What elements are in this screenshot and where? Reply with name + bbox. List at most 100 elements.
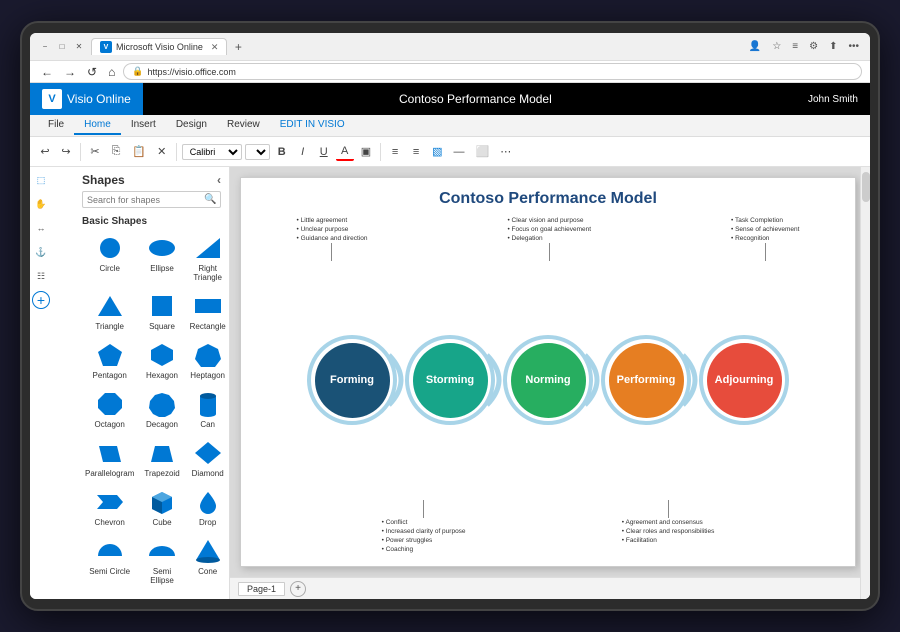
storming-bottom-1: Conflict <box>382 518 466 527</box>
visio-user[interactable]: John Smith <box>808 94 870 105</box>
search-shapes-input[interactable] <box>87 195 204 205</box>
side-tool-5[interactable]: ☷ <box>32 267 50 285</box>
shape-hexagon-label: Hexagon <box>146 371 178 380</box>
performing-bottom-2: Clear roles and responsibilities <box>622 527 715 536</box>
tab-label: Microsoft Visio Online <box>116 42 203 52</box>
text-highlight-btn[interactable]: ▣ <box>357 143 375 160</box>
tab-insert[interactable]: Insert <box>121 116 166 135</box>
page-1-tab[interactable]: Page-1 <box>238 582 285 596</box>
address-bar[interactable]: 🔒 https://visio.office.com <box>123 63 862 80</box>
address-text: https://visio.office.com <box>148 67 236 77</box>
performing-outer-circle: Performing <box>601 335 691 425</box>
star-btn[interactable]: ☆ <box>769 40 784 53</box>
adjourning-top-bullets: Task Completion Sense of achievement Rec… <box>731 216 799 243</box>
shape-octagon[interactable]: Octagon <box>82 387 137 432</box>
shape-decagon[interactable]: Decagon <box>141 387 182 432</box>
align2-btn[interactable]: ≡ <box>407 144 425 160</box>
tab-review[interactable]: Review <box>217 116 270 135</box>
more-btn[interactable]: ••• <box>845 40 862 53</box>
cut-btn[interactable]: ✂ <box>86 143 104 160</box>
shape-circle[interactable]: Circle <box>82 231 137 285</box>
shape-chevron[interactable]: Chevron <box>82 485 137 530</box>
shape-hexagon[interactable]: Hexagon <box>141 338 182 383</box>
shape-pentagon[interactable]: Pentagon <box>82 338 137 383</box>
profile-btn[interactable]: 👤 <box>746 40 764 53</box>
shape-triangle[interactable]: Triangle <box>82 289 137 334</box>
shape-parallelogram[interactable]: Parallelogram <box>82 436 137 481</box>
underline-btn[interactable]: U <box>315 144 333 160</box>
shape-btn[interactable]: ⬜ <box>472 143 494 160</box>
stage-performing: Performing <box>601 335 691 425</box>
side-tool-2[interactable]: ✋ <box>32 195 50 213</box>
heptagon-icon <box>192 341 224 369</box>
tab-home[interactable]: Home <box>74 116 121 135</box>
close-btn[interactable]: ✕ <box>72 40 86 54</box>
diagram-container[interactable]: Contoso Performance Model Little agreeme… <box>230 167 870 577</box>
adjourning-label: Adjourning <box>715 374 774 386</box>
align-btn[interactable]: ≡ <box>386 144 404 160</box>
font-color-btn[interactable]: A <box>336 143 354 161</box>
shape-rectangle[interactable]: Rectangle <box>187 289 229 334</box>
refresh-btn[interactable]: ↺ <box>84 65 100 79</box>
side-tool-1[interactable]: ⬚ <box>32 171 50 189</box>
home-btn[interactable]: ⌂ <box>105 65 118 79</box>
undo-btn[interactable]: ↩ <box>36 143 54 160</box>
shape-semi-circle[interactable]: Semi Circle <box>82 534 137 588</box>
shape-cube[interactable]: Cube <box>141 485 182 530</box>
shape-right-triangle[interactable]: Right Triangle <box>187 231 229 285</box>
menu-btn[interactable]: ≡ <box>789 40 801 53</box>
italic-btn[interactable]: I <box>294 144 312 160</box>
minimize-btn[interactable]: − <box>38 40 52 54</box>
scroll-bar[interactable] <box>860 167 870 599</box>
line-btn[interactable]: — <box>450 144 469 160</box>
sidebar-header: Shapes ‹ <box>74 167 229 191</box>
add-page-btn[interactable]: + <box>290 581 306 597</box>
fill-btn[interactable]: ▧ <box>428 143 446 160</box>
browser-bar: − □ ✕ V Microsoft Visio Online ✕ + 👤 ☆ ≡… <box>30 33 870 61</box>
tab-edit-in-visio[interactable]: EDIT IN VISIO <box>270 116 355 135</box>
side-tool-4[interactable]: ⚓ <box>32 243 50 261</box>
back-btn[interactable]: ← <box>38 65 56 79</box>
more-tools-btn[interactable]: ⋯ <box>496 143 515 160</box>
copy-btn[interactable]: ⎘ <box>107 143 125 160</box>
scroll-thumb[interactable] <box>862 172 870 202</box>
shape-semi-ellipse[interactable]: Semi Ellipse <box>141 534 182 588</box>
norming-top-line <box>549 243 550 261</box>
forward-btn[interactable]: → <box>61 65 79 79</box>
sidebar-collapse-btn[interactable]: ‹ <box>217 173 221 187</box>
share-btn[interactable]: ⬆ <box>826 40 840 53</box>
side-tool-add[interactable]: + <box>32 291 50 309</box>
shape-drop[interactable]: Drop <box>187 485 229 530</box>
tab-close[interactable]: ✕ <box>211 42 219 53</box>
delete-btn[interactable]: ✕ <box>153 143 171 160</box>
bold-btn[interactable]: B <box>273 144 291 160</box>
shape-cone[interactable]: Cone <box>187 534 229 588</box>
shape-ellipse[interactable]: Ellipse <box>141 231 182 285</box>
shape-square[interactable]: Square <box>141 289 182 334</box>
browser-tab[interactable]: V Microsoft Visio Online ✕ <box>91 38 227 55</box>
tab-file[interactable]: File <box>38 116 74 135</box>
shape-diamond[interactable]: Diamond <box>187 436 229 481</box>
visio-logo-area[interactable]: V Visio Online <box>30 83 143 115</box>
font-select[interactable]: Calibri <box>182 144 242 160</box>
norming-top-bullets: Clear vision and purpose Focus on goal a… <box>507 216 591 243</box>
redo-btn[interactable]: ↪ <box>57 143 75 160</box>
hexagon-icon <box>146 341 178 369</box>
tab-design[interactable]: Design <box>166 116 217 135</box>
new-tab-btn[interactable]: + <box>231 40 245 54</box>
paste-btn[interactable]: 📋 <box>128 143 150 160</box>
shape-triangle-label: Triangle <box>95 322 124 331</box>
maximize-btn[interactable]: □ <box>55 40 69 54</box>
shape-heptagon[interactable]: Heptagon <box>187 338 229 383</box>
shape-can[interactable]: Can <box>187 387 229 432</box>
settings-btn[interactable]: ⚙ <box>806 40 821 53</box>
storming-bottom-3: Power struggles <box>382 536 466 545</box>
square-icon <box>146 292 178 320</box>
forming-top-line <box>331 243 332 261</box>
shape-trapezoid[interactable]: Trapezoid <box>141 436 182 481</box>
norming-bullet-1: Clear vision and purpose <box>507 216 591 225</box>
side-tool-3[interactable]: ↔ <box>32 219 50 237</box>
canvas-area: Contoso Performance Model Little agreeme… <box>230 167 870 599</box>
font-size-select[interactable]: 12 <box>245 144 270 160</box>
shape-square-label: Square <box>149 322 175 331</box>
